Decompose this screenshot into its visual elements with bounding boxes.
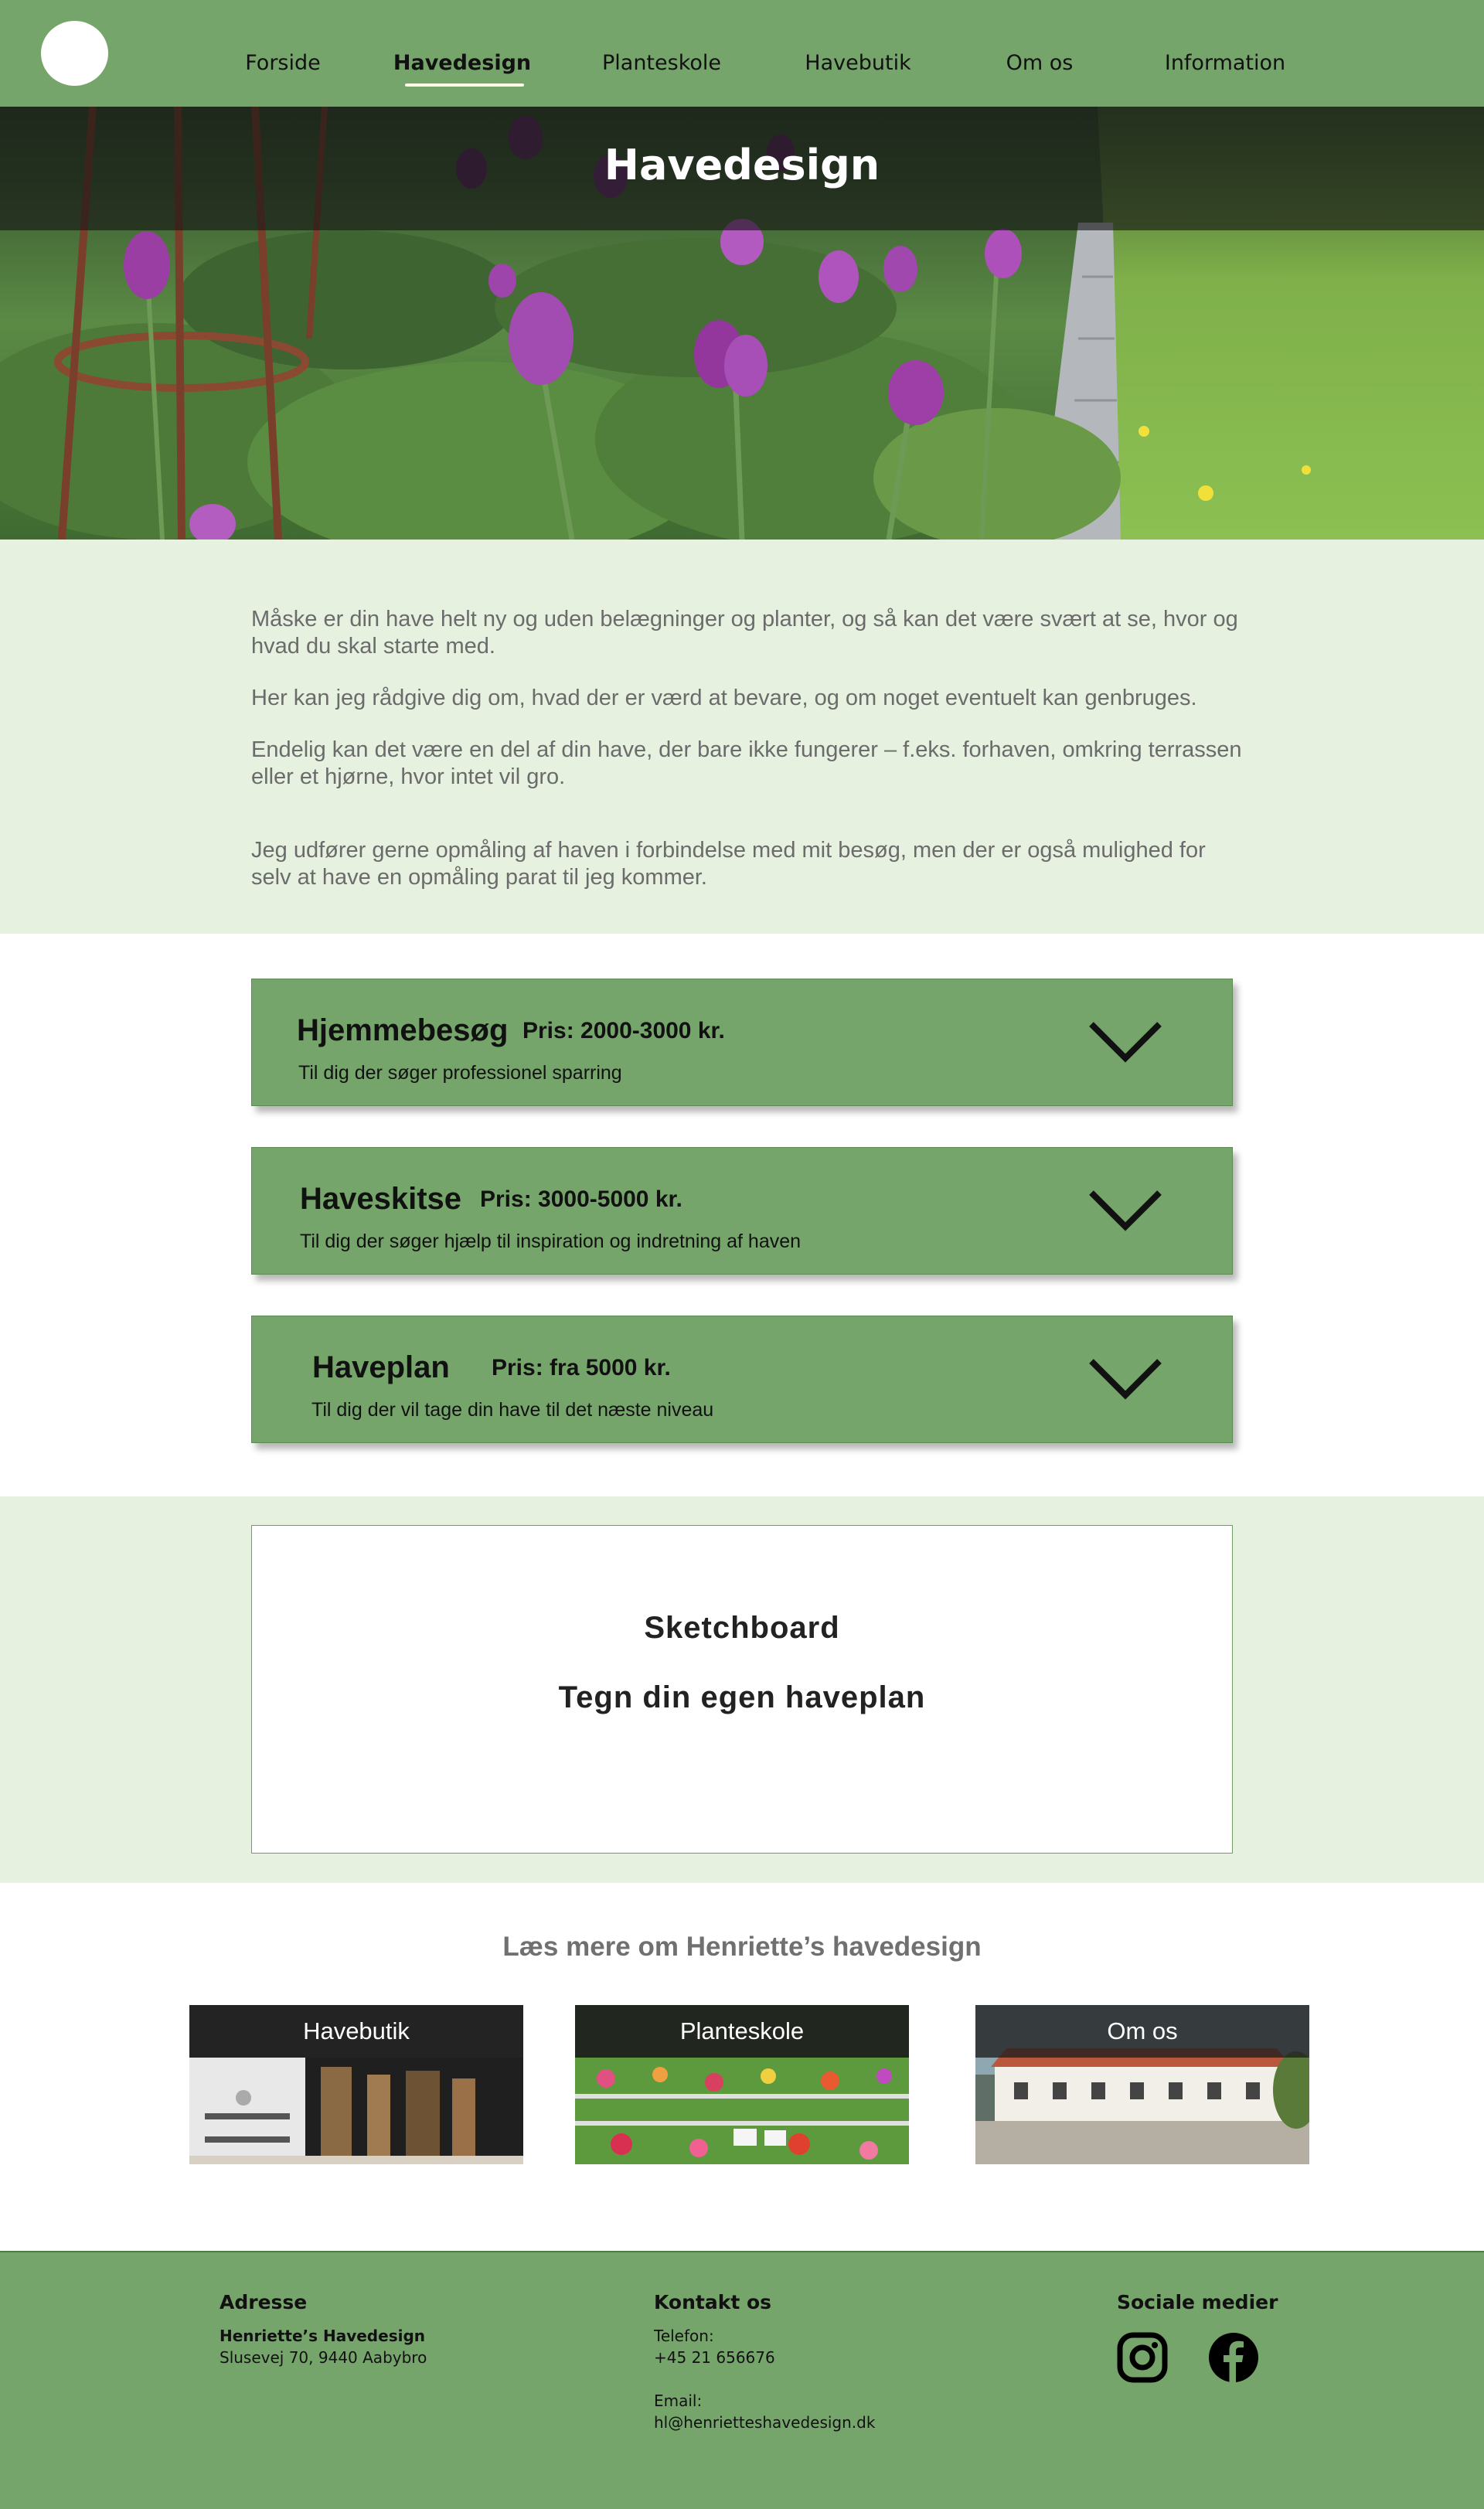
sketchboard-section: Sketchboard Tegn din egen haveplan (0, 1496, 1484, 1883)
page-title: Havedesign (604, 141, 880, 189)
footer-email-label: Email: (654, 2392, 703, 2410)
tile-havebutik[interactable]: Havebutik (189, 2005, 523, 2164)
service-price: Pris: 2000-3000 kr. (522, 1018, 725, 1043)
chevron-down-icon[interactable] (1088, 1188, 1162, 1233)
sketchboard-subtitle: Tegn din egen haveplan (558, 1680, 926, 1714)
footer-contact-heading: Kontakt os (654, 2291, 772, 2313)
facebook-icon[interactable] (1207, 2331, 1260, 2384)
service-card-haveplan[interactable]: Haveplan Pris: fra 5000 kr. Til dig der … (251, 1316, 1233, 1443)
nav-item-havedesign[interactable]: Havedesign (393, 51, 531, 75)
tile-om-os[interactable]: Om os (975, 2005, 1309, 2164)
readmore-heading: Læs mere om Henriette’s havedesign (502, 1932, 982, 1962)
footer-street-address: Slusevej 70, 9440 Aabybro (220, 2348, 427, 2367)
sketchboard-title: Sketchboard (644, 1611, 840, 1645)
service-price: Pris: 3000-5000 kr. (480, 1186, 682, 1212)
logo[interactable] (41, 21, 108, 86)
nav-item-havebutik[interactable]: Havebutik (805, 51, 910, 75)
intro-section: Måske er din have helt ny og uden belægn… (0, 540, 1484, 934)
intro-paragraph-3: Endelig kan det være en del af din have,… (251, 737, 1242, 789)
instagram-icon[interactable] (1116, 2331, 1169, 2384)
tile-planteskole[interactable]: Planteskole (575, 2005, 909, 2164)
service-title: Hjemmebesøg (297, 1013, 509, 1047)
nav-item-forside[interactable]: Forside (245, 51, 321, 75)
intro-paragraph-2: Her kan jeg rådgive dig om, hvad der er … (251, 686, 1197, 710)
nav-item-information[interactable]: Information (1165, 51, 1285, 75)
footer-phone-label: Telefon: (654, 2327, 714, 2345)
service-description: Til dig der søger professionel sparring (298, 1062, 622, 1084)
footer-address-heading: Adresse (220, 2291, 308, 2313)
tile-label: Havebutik (303, 2017, 410, 2044)
footer-phone[interactable]: +45 21 656676 (654, 2348, 775, 2367)
sketchboard-canvas[interactable]: Sketchboard Tegn din egen haveplan (251, 1525, 1233, 1854)
tile-label: Planteskole (679, 2017, 805, 2044)
service-title: Haveskitse (300, 1182, 462, 1216)
hero-banner: Havedesign (0, 107, 1484, 540)
intro-paragraph-1: Måske er din have helt ny og uden belægn… (251, 607, 1238, 659)
footer-email[interactable]: hl@henrietteshavedesign.dk (654, 2413, 875, 2432)
service-description: Til dig der vil tage din have til det næ… (311, 1399, 714, 1421)
footer: Adresse Henriette’s Havedesign Slusevej … (0, 2251, 1484, 2509)
tile-label: Om os (1107, 2017, 1178, 2044)
nav-item-om-os[interactable]: Om os (1006, 51, 1074, 75)
chevron-down-icon[interactable] (1088, 1357, 1162, 1401)
footer-business-name: Henriette’s Havedesign (220, 2327, 426, 2345)
service-title: Haveplan (312, 1350, 450, 1384)
active-nav-underline (405, 83, 524, 87)
service-description: Til dig der søger hjælp til inspiration … (300, 1231, 802, 1252)
service-price: Pris: fra 5000 kr. (492, 1355, 671, 1380)
intro-paragraph-4: Jeg udfører gerne opmåling af haven i fo… (251, 838, 1206, 890)
nav-item-planteskole[interactable]: Planteskole (602, 51, 721, 75)
service-card-hjemmebesog[interactable]: Hjemmebesøg Pris: 2000-3000 kr. Til dig … (251, 979, 1233, 1106)
top-navigation: Forside Havedesign Planteskole Havebutik… (0, 0, 1484, 107)
chevron-down-icon[interactable] (1088, 1020, 1162, 1064)
service-card-haveskitse[interactable]: Haveskitse Pris: 3000-5000 kr. Til dig d… (251, 1147, 1233, 1275)
footer-social-heading: Sociale medier (1117, 2291, 1278, 2313)
